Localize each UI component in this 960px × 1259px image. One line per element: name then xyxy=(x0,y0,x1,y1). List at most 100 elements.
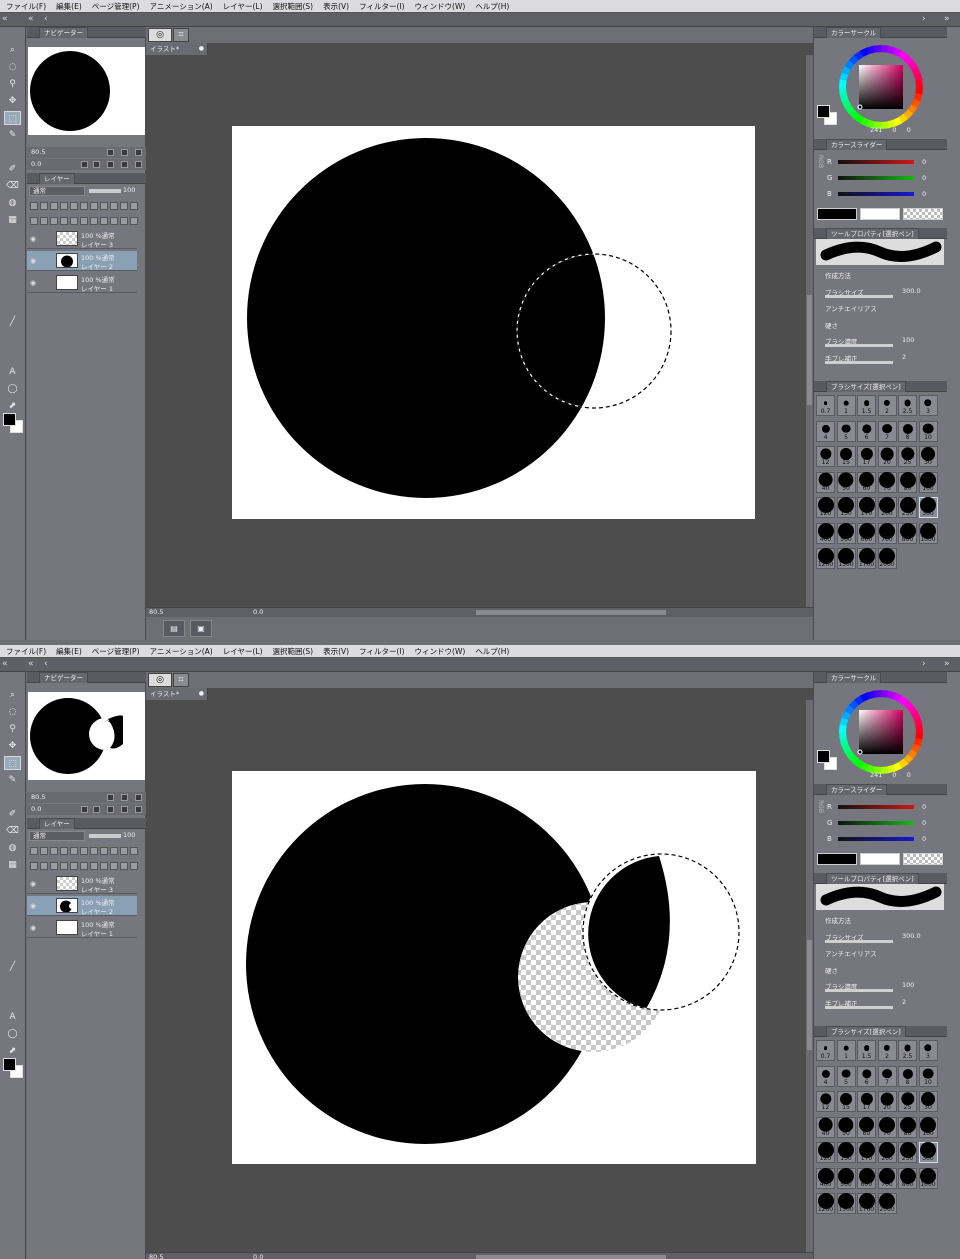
menu-item[interactable]: 編集(E) xyxy=(56,1,82,12)
layer-tool-icon[interactable] xyxy=(90,847,98,855)
collapse-arrow-icon[interactable]: « xyxy=(28,659,34,669)
tool-property-row[interactable]: 手ブレ補正 2 xyxy=(814,350,944,366)
color-slider-tab[interactable]: カラースライダー xyxy=(826,139,888,150)
brush-size-preset[interactable]: 250 xyxy=(898,1142,917,1163)
layer-tool-icon[interactable] xyxy=(120,862,128,870)
horizontal-scroll-thumb[interactable] xyxy=(476,1255,666,1259)
brush-size-preset[interactable]: 250 xyxy=(898,497,917,518)
line-icon[interactable]: ╱ xyxy=(4,960,21,974)
navigator-button[interactable] xyxy=(135,149,142,156)
brush-size-preset[interactable]: 40 xyxy=(816,471,835,493)
brush-size-preset[interactable]: 170 xyxy=(857,497,876,518)
canvas-area[interactable] xyxy=(146,55,806,607)
brush-size-preset[interactable]: 6 xyxy=(857,1065,876,1087)
brush-size-preset[interactable]: 1000 xyxy=(918,522,938,544)
slider-value[interactable]: 0 xyxy=(922,835,926,843)
tool-property-row[interactable]: アンチエイリアス xyxy=(814,945,944,961)
brush-size-preset[interactable]: 150 xyxy=(836,1142,856,1163)
brush-size-preset[interactable]: 10 xyxy=(918,1065,938,1087)
gradient-icon[interactable]: ▦ xyxy=(4,213,21,227)
tool-property-row[interactable]: 硬さ xyxy=(814,317,944,333)
brush-size-preset[interactable]: 0.7 xyxy=(816,1040,835,1061)
brush-size-preset[interactable]: 3 xyxy=(918,395,938,416)
layer-tool-icon[interactable] xyxy=(70,217,78,225)
hsv-v-value[interactable]: 0 xyxy=(907,771,911,779)
property-slider[interactable] xyxy=(825,939,893,943)
lasso-icon[interactable]: ◌ xyxy=(4,60,21,74)
brush-size-preset[interactable]: 70 xyxy=(877,471,897,493)
eye-icon[interactable]: ◉ xyxy=(30,279,36,287)
menu-item[interactable]: フィルター(I) xyxy=(359,1,404,12)
frame-tab-icon[interactable]: ⌗ xyxy=(173,28,189,42)
brush-size-preset[interactable]: 60 xyxy=(857,471,876,493)
slider-value[interactable]: 0 xyxy=(922,158,926,166)
layer-tool-icon[interactable] xyxy=(40,217,48,225)
brush-size-preset[interactable]: 20 xyxy=(877,1091,897,1112)
property-slider[interactable] xyxy=(825,360,893,364)
eye-icon[interactable]: ◉ xyxy=(30,257,36,265)
main-color-swatch[interactable] xyxy=(817,105,830,118)
layer-tool-icon[interactable] xyxy=(100,217,108,225)
brush-size-preset[interactable]: 20 xyxy=(877,446,897,467)
layer-tool-icon[interactable] xyxy=(110,862,118,870)
brush-size-preset[interactable]: 800 xyxy=(898,522,917,544)
layer-tool-icon[interactable] xyxy=(90,862,98,870)
angle-value[interactable]: 0.0 xyxy=(253,608,263,617)
brush-size-preset[interactable]: 80 xyxy=(898,1116,917,1138)
frame-tab-icon[interactable]: ⌗ xyxy=(173,673,189,687)
property-slider[interactable] xyxy=(825,344,893,347)
collapse-arrow-icon[interactable]: ‹ xyxy=(44,14,48,24)
layer-tool-icon[interactable] xyxy=(60,217,68,225)
opacity-slider[interactable] xyxy=(89,189,121,193)
menu-item[interactable]: ウィンドウ(W) xyxy=(415,646,466,657)
brush-size-preset[interactable]: 150 xyxy=(836,497,856,518)
brush-size-preset[interactable]: 15 xyxy=(836,446,856,467)
brush-size-preset[interactable]: 100 xyxy=(918,1116,938,1138)
collapse-arrow-icon[interactable]: › xyxy=(922,14,926,24)
pen-icon[interactable]: ✎ xyxy=(4,773,21,787)
brush-size-preset[interactable]: 30 xyxy=(918,446,938,467)
brush-size-preset[interactable]: 40 xyxy=(816,1116,835,1138)
layer-tool-icon[interactable] xyxy=(130,862,138,870)
brush-size-preset[interactable]: 100 xyxy=(918,471,938,493)
layer-tool-icon[interactable] xyxy=(30,847,38,855)
menu-item[interactable]: ページ管理(P) xyxy=(92,646,140,657)
main-color-swatch[interactable] xyxy=(817,750,830,763)
brush-size-preset[interactable]: 15 xyxy=(836,1091,856,1112)
brush-icon[interactable]: ✐ xyxy=(4,807,21,821)
brush-size-preset[interactable]: 600 xyxy=(857,522,876,544)
menu-item[interactable]: 編集(E) xyxy=(56,646,82,657)
brush-size-preset[interactable]: 2.5 xyxy=(898,1040,917,1061)
brush-size-preset[interactable]: 30 xyxy=(918,1091,938,1112)
slider-track[interactable] xyxy=(838,160,914,164)
layer-tool-icon[interactable] xyxy=(110,847,118,855)
hsv-v-value[interactable]: 0 xyxy=(907,126,911,134)
close-icon[interactable]: ● xyxy=(199,688,204,700)
brush-size-preset[interactable]: 8 xyxy=(898,420,917,442)
horizontal-scroll-thumb[interactable] xyxy=(476,610,666,615)
balloon-icon[interactable]: ◯ xyxy=(4,382,21,396)
color-wheel-tab[interactable]: カラーサークル xyxy=(826,672,882,683)
color-slider-b[interactable]: B0 xyxy=(814,187,944,202)
layer-tool-icon[interactable] xyxy=(120,217,128,225)
property-value[interactable]: 100 xyxy=(902,981,914,989)
navigator-button[interactable] xyxy=(121,149,128,156)
layer-tool-icon[interactable] xyxy=(40,862,48,870)
eyedropper-icon[interactable]: ⚲ xyxy=(4,722,21,736)
layer-tool-icon[interactable] xyxy=(80,862,88,870)
menu-item[interactable]: 選択範囲(S) xyxy=(273,1,314,12)
menu-item[interactable]: 表示(V) xyxy=(323,646,349,657)
brush-size-preset[interactable]: 4 xyxy=(816,1065,835,1087)
rotate-button[interactable] xyxy=(121,806,128,813)
eye-icon[interactable]: ◉ xyxy=(30,924,36,932)
white-color-chip[interactable] xyxy=(860,853,900,865)
vertical-scrollbar[interactable] xyxy=(806,700,813,1252)
fill-icon[interactable]: ◍ xyxy=(4,196,21,210)
rotate-button[interactable] xyxy=(135,806,142,813)
hsv-s-value[interactable]: 0 xyxy=(892,771,896,779)
canvas-area[interactable] xyxy=(146,700,806,1252)
brush-size-preset[interactable]: 1500 xyxy=(836,548,856,569)
file-tab[interactable]: イラスト* ● xyxy=(146,688,208,700)
magnifier-icon[interactable]: ⌕ xyxy=(4,688,21,702)
layer-tool-icon[interactable] xyxy=(70,847,78,855)
